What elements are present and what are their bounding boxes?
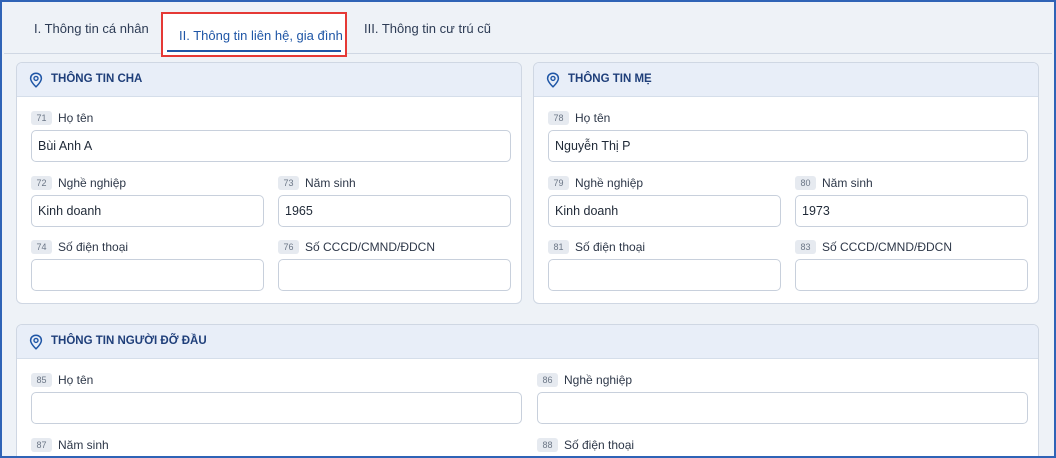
mother-birth-year-label: Năm sinh xyxy=(822,176,873,190)
guardian-panel-title: THÔNG TIN NGƯỜI ĐỠ ĐẦU xyxy=(51,335,207,347)
mother-birth-year-input[interactable]: 1973 xyxy=(795,195,1028,227)
father-birth-year-label: Năm sinh xyxy=(305,176,356,190)
mother-info-panel: THÔNG TIN MẸ 78 Họ tên Nguyễn Thị P 79 N… xyxy=(533,62,1039,304)
guardian-occupation-label: Nghề nghiệp xyxy=(564,373,633,387)
guardian-name-input[interactable] xyxy=(31,392,522,424)
field-number-badge: 76 xyxy=(278,240,299,254)
father-phone-input[interactable] xyxy=(31,259,264,291)
tab-previous-residence[interactable]: III. Thông tin cư trú cũ xyxy=(364,21,491,36)
guardian-name-label: Họ tên xyxy=(58,373,94,387)
father-name-label: Họ tên xyxy=(58,111,94,125)
mother-panel-title: THÔNG TIN MẸ xyxy=(568,73,652,85)
guardian-birth-year-label: Năm sinh xyxy=(58,438,109,452)
mother-name-label: Họ tên xyxy=(575,111,611,125)
field-number-badge: 71 xyxy=(31,111,52,125)
map-pin-icon xyxy=(546,72,560,88)
mother-name-input[interactable]: Nguyễn Thị P xyxy=(548,130,1028,162)
field-number-badge: 73 xyxy=(278,176,299,190)
tab-contact-family-label: II. Thông tin liên hệ, gia đình xyxy=(179,28,343,43)
mother-panel-header: THÔNG TIN MẸ xyxy=(534,63,1038,97)
map-pin-icon xyxy=(29,334,43,350)
father-id-number-input[interactable] xyxy=(278,259,511,291)
field-number-badge: 86 xyxy=(537,373,558,387)
field-number-badge: 83 xyxy=(795,240,816,254)
mother-id-number-label: Số CCCD/CMND/ĐDCN xyxy=(822,240,953,254)
father-occupation-label: Nghề nghiệp xyxy=(58,176,127,190)
guardian-panel-header: THÔNG TIN NGƯỜI ĐỠ ĐẦU xyxy=(17,325,1038,359)
mother-occupation-input[interactable]: Kinh doanh xyxy=(548,195,781,227)
father-birth-year-input[interactable]: 1965 xyxy=(278,195,511,227)
father-panel-title: THÔNG TIN CHA xyxy=(51,73,143,85)
tab-personal-info[interactable]: I. Thông tin cá nhân xyxy=(34,21,149,36)
father-info-panel: THÔNG TIN CHA 71 Họ tên Bùi Anh A 72 Ngh… xyxy=(16,62,522,304)
form-frame: I. Thông tin cá nhân II. Thông tin liên … xyxy=(0,0,1056,458)
mother-phone-label: Số điện thoại xyxy=(575,240,646,254)
map-pin-icon xyxy=(29,72,43,88)
father-panel-header: THÔNG TIN CHA xyxy=(17,63,521,97)
mother-phone-input[interactable] xyxy=(548,259,781,291)
guardian-phone-label: Số điện thoại xyxy=(564,438,635,452)
field-number-badge: 85 xyxy=(31,373,52,387)
field-number-badge: 79 xyxy=(548,176,569,190)
field-number-badge: 88 xyxy=(537,438,558,452)
mother-occupation-label: Nghề nghiệp xyxy=(575,176,644,190)
father-id-number-label: Số CCCD/CMND/ĐDCN xyxy=(305,240,436,254)
father-name-input[interactable]: Bùi Anh A xyxy=(31,130,511,162)
father-phone-label: Số điện thoại xyxy=(58,240,129,254)
field-number-badge: 81 xyxy=(548,240,569,254)
mother-id-number-input[interactable] xyxy=(795,259,1028,291)
guardian-info-panel: THÔNG TIN NGƯỜI ĐỠ ĐẦU 85 Họ tên 86 Nghề… xyxy=(16,324,1039,456)
field-number-badge: 72 xyxy=(31,176,52,190)
field-number-badge: 74 xyxy=(31,240,52,254)
guardian-occupation-input[interactable] xyxy=(537,392,1028,424)
tab-contact-family[interactable]: II. Thông tin liên hệ, gia đình xyxy=(161,12,347,57)
field-number-badge: 87 xyxy=(31,438,52,452)
tab-bar: I. Thông tin cá nhân II. Thông tin liên … xyxy=(4,4,1052,57)
field-number-badge: 80 xyxy=(795,176,816,190)
active-tab-indicator xyxy=(167,50,341,52)
father-occupation-input[interactable]: Kinh doanh xyxy=(31,195,264,227)
field-number-badge: 78 xyxy=(548,111,569,125)
